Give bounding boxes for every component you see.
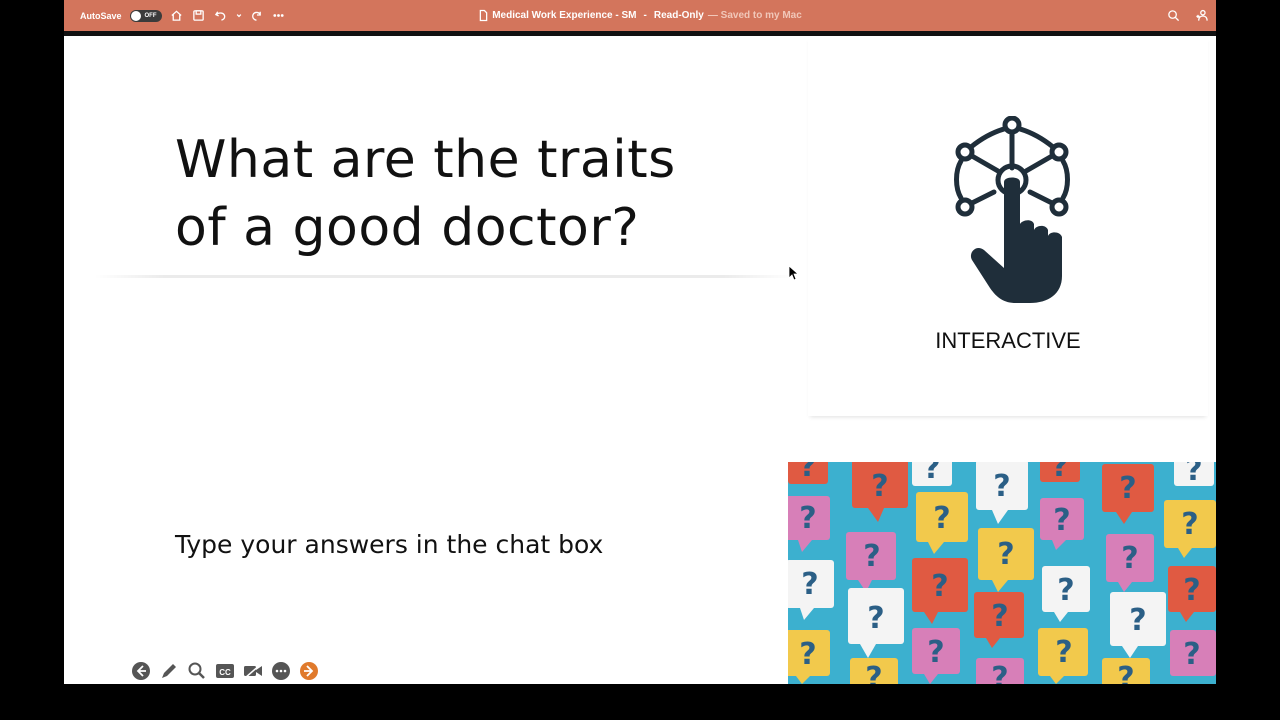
mouse-pointer-icon [788,265,798,281]
svg-text:?: ? [1057,573,1074,608]
svg-text:?: ? [1185,462,1202,488]
svg-text:?: ? [871,469,888,504]
svg-text:?: ? [863,539,880,574]
doc-title: Medical Work Experience - SM [492,10,637,21]
svg-text:?: ? [801,567,818,602]
svg-text:?: ? [1183,637,1200,672]
svg-text:?: ? [1183,573,1200,608]
svg-text:?: ? [993,469,1010,504]
document-title: Medical Work Experience - SM - Read-Only… [64,0,1216,31]
svg-text:?: ? [923,462,940,486]
svg-text:?: ? [799,462,816,484]
interactive-panel: INTERACTIVE [808,36,1208,416]
pen-icon[interactable] [158,660,180,682]
svg-text:?: ? [867,601,884,636]
interactive-label: INTERACTIVE [935,328,1081,353]
slideshow-controls: CC [130,660,320,682]
svg-text:?: ? [991,661,1008,684]
svg-text:?: ? [1117,661,1134,684]
svg-text:?: ? [1051,462,1068,484]
camera-icon[interactable] [242,660,264,682]
question-bubbles-graphic: ? ? ? ? ? ? ? ? ? ? ? ? ? ? ? ? ? ? ? ? … [788,462,1216,684]
question-bubbles-image: ? ? ? ? ? ? ? ? ? ? ? ? ? ? ? ? ? ? ? ? … [788,462,1216,684]
svg-text:?: ? [991,599,1008,634]
slide-title-line-1: What are the traits [175,130,676,190]
closed-captions-icon[interactable]: CC [214,660,236,682]
more-options-icon[interactable] [270,660,292,682]
svg-text:?: ? [799,637,816,672]
title-divider [94,275,794,278]
svg-text:?: ? [1055,635,1072,670]
svg-text:?: ? [933,501,950,536]
slide-body-text: Type your answers in the chat box [175,530,604,559]
title-separator: - [643,10,647,21]
zoom-icon[interactable] [186,660,208,682]
powerpoint-window: AutoSave OFF Medical Work Experience - S… [64,0,1216,684]
svg-text:?: ? [931,569,948,604]
svg-text:?: ? [997,537,1014,572]
next-arrow-icon[interactable] [298,660,320,682]
svg-text:?: ? [1053,503,1070,538]
back-arrow-icon[interactable] [130,660,152,682]
slide-title-line-2: of a good doctor? [175,198,640,258]
share-people-icon[interactable] [1194,9,1208,23]
svg-text:?: ? [1121,541,1138,576]
svg-text:?: ? [927,635,944,670]
save-status: — Saved to my Mac [707,10,802,21]
touch-network-icon [954,116,1070,303]
svg-text:?: ? [865,661,882,684]
svg-text:?: ? [1129,603,1146,638]
read-only-label: Read-Only [653,10,704,21]
slide-title: What are the traits of a good doctor? [175,126,735,262]
document-icon [478,9,488,23]
title-bar: AutoSave OFF Medical Work Experience - S… [64,0,1216,31]
search-icon[interactable] [1166,9,1180,23]
svg-text:?: ? [799,501,816,536]
svg-text:?: ? [1119,471,1136,506]
cc-label: CC [219,668,231,677]
titlebar-actions [1166,0,1208,31]
svg-text:?: ? [1181,507,1198,542]
